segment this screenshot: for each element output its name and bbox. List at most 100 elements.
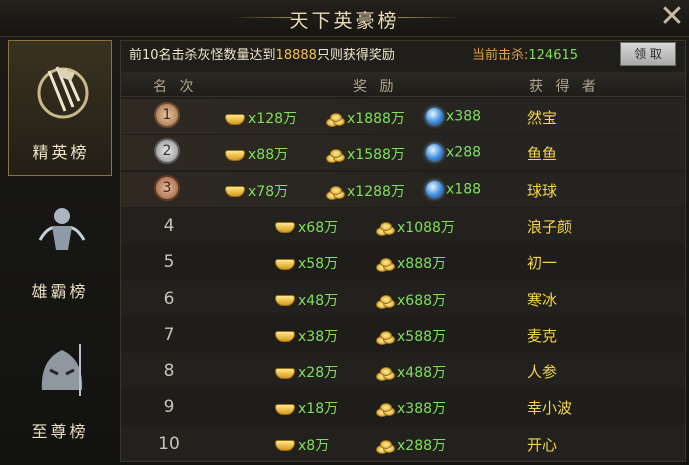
kills-label: 当前击杀: [472, 48, 529, 63]
title-ornament-right [398, 17, 458, 18]
sidebar: 精英榜 雄霸榜 至尊榜 [4, 40, 112, 460]
notice-suffix: 只则获得奖励 [316, 48, 395, 63]
reward-coins-amount: x1288万 [347, 183, 405, 200]
reward-coins-amount: x688万 [397, 292, 447, 309]
reward-coins: x688万 [376, 290, 446, 310]
gold-ingot-icon [225, 186, 245, 198]
reward-ingot-amount: x68万 [298, 219, 339, 236]
table-row: 7 x38万 x588万 麦克 [121, 316, 685, 352]
reward-coins: x1288万 [326, 181, 405, 201]
kills-value: 124615 [528, 48, 579, 63]
reward-orb: x188 [426, 180, 481, 198]
tab-overlord-label: 雄霸榜 [31, 282, 89, 301]
spirit-orb-icon [426, 108, 443, 125]
spirit-orb-icon [426, 144, 443, 162]
warrior-emblem-icon [38, 208, 86, 250]
winner-name: 然宝 [527, 109, 558, 127]
gold-coins-icon [376, 330, 395, 345]
reward-ingot: x38万 [275, 326, 338, 346]
reward-ingot-amount: x18万 [298, 401, 339, 418]
claim-button[interactable]: 领 取 [620, 42, 676, 66]
gold-ingot-icon [275, 295, 295, 306]
winner-name: 鱼鱼 [527, 145, 558, 164]
close-icon[interactable]: ✕ [656, 2, 688, 34]
rank-number: 8 [163, 361, 175, 382]
gold-ingot-icon [275, 367, 295, 379]
gold-ingot-icon [225, 113, 245, 125]
reward-coins-amount: x588万 [397, 328, 447, 345]
leaderboard-window: 天下英豪榜 ✕ 精英榜 雄霸榜 至尊榜 前10名击杀灰怪数量达到18888只则获… [0, 0, 689, 465]
reward-coins: x1888万 [326, 108, 405, 128]
tab-supreme-label: 至尊榜 [31, 422, 89, 441]
rank-number: 4 [163, 215, 175, 236]
gold-coins-icon [326, 185, 345, 200]
winner-name: 寒冰 [527, 290, 558, 309]
table-row: 1 x128万 x1888万 x388 然宝 [121, 99, 685, 134]
reward-ingot: x8万 [275, 435, 329, 455]
reward-ingot: x128万 [225, 108, 297, 128]
rank-number: 10 [158, 433, 180, 454]
gold-coins-icon [376, 221, 395, 236]
gold-coins-icon [376, 439, 395, 454]
silver-medal-icon: 2 [154, 138, 180, 165]
gold-coins-icon [326, 149, 345, 164]
gold-coins-icon [376, 367, 395, 382]
rank-number: 6 [163, 288, 175, 309]
reward-ingot-amount: x128万 [248, 111, 298, 127]
reward-coins-amount: x888万 [397, 256, 447, 273]
gold-coins-icon [326, 113, 345, 127]
header-winner: 获 得 者 [529, 79, 600, 95]
reward-ingot: x48万 [275, 290, 338, 310]
notice-prefix: 前10名击杀灰怪数量达到 [129, 48, 276, 63]
winner-name: 麦克 [527, 326, 558, 345]
reward-ingot-amount: x78万 [248, 183, 289, 200]
reward-coins: x488万 [376, 362, 446, 382]
spirit-orb-icon [426, 180, 443, 198]
table-row: 6 x48万 x688万 寒冰 [121, 280, 685, 316]
gold-coins-icon [376, 258, 395, 273]
reward-ingot-amount: x8万 [298, 437, 330, 454]
gold-ingot-icon [225, 149, 245, 161]
reward-coins: x1588万 [326, 144, 405, 164]
reward-orb: x288 [426, 144, 481, 162]
reward-coins: x288万 [376, 435, 446, 455]
rank-number: 5 [163, 252, 175, 273]
winner-name: 幸小波 [527, 399, 573, 418]
notice-target: 18888 [275, 48, 317, 63]
reward-coins-amount: x1888万 [347, 111, 405, 127]
bronze-medal-icon: 3 [154, 174, 180, 201]
gold-coins-icon [376, 403, 395, 418]
gold-ingot-icon [275, 440, 295, 452]
table-header: 名 次 奖 励 获 得 者 [121, 72, 685, 97]
table-row: 3 x78万 x1288万 x188 球球 [121, 171, 685, 207]
reward-ingot-amount: x88万 [248, 147, 289, 164]
winner-name: 开心 [527, 435, 558, 454]
current-kills: 当前击杀:124615 [472, 44, 578, 63]
rank-number: 9 [163, 397, 175, 418]
tab-supreme[interactable]: 至尊榜 [8, 320, 112, 456]
tab-elite-label: 精英榜 [32, 143, 90, 162]
reward-ingot-amount: x38万 [298, 328, 339, 345]
gold-ingot-icon [275, 403, 295, 415]
reward-coins: x388万 [376, 398, 446, 418]
winner-name: 人参 [527, 363, 558, 382]
gold-medal-icon: 1 [154, 102, 180, 128]
reward-ingot: x88万 [225, 144, 288, 164]
reward-ingot: x78万 [225, 181, 288, 201]
reward-orb-amount: x388 [446, 108, 482, 125]
reward-ingot-amount: x58万 [298, 256, 339, 273]
winner-name: 初一 [527, 254, 558, 273]
reward-coins: x888万 [376, 253, 446, 273]
reward-ingot: x58万 [275, 253, 338, 273]
reward-ingot: x18万 [275, 398, 338, 418]
kill-requirement-notice: 前10名击杀灰怪数量达到18888只则获得奖励 [129, 44, 395, 63]
reward-coins-amount: x488万 [397, 365, 447, 382]
demon-king-emblem-icon [41, 344, 83, 396]
tab-elite[interactable]: 精英榜 [8, 40, 112, 176]
reward-ingot: x68万 [275, 217, 338, 237]
table-row: 9 x18万 x388万 幸小波 [121, 389, 685, 425]
gold-ingot-icon [275, 331, 295, 343]
table-row: 5 x58万 x888万 初一 [121, 244, 685, 280]
tab-overlord[interactable]: 雄霸榜 [8, 180, 112, 316]
banner-flags-icon [37, 66, 89, 119]
